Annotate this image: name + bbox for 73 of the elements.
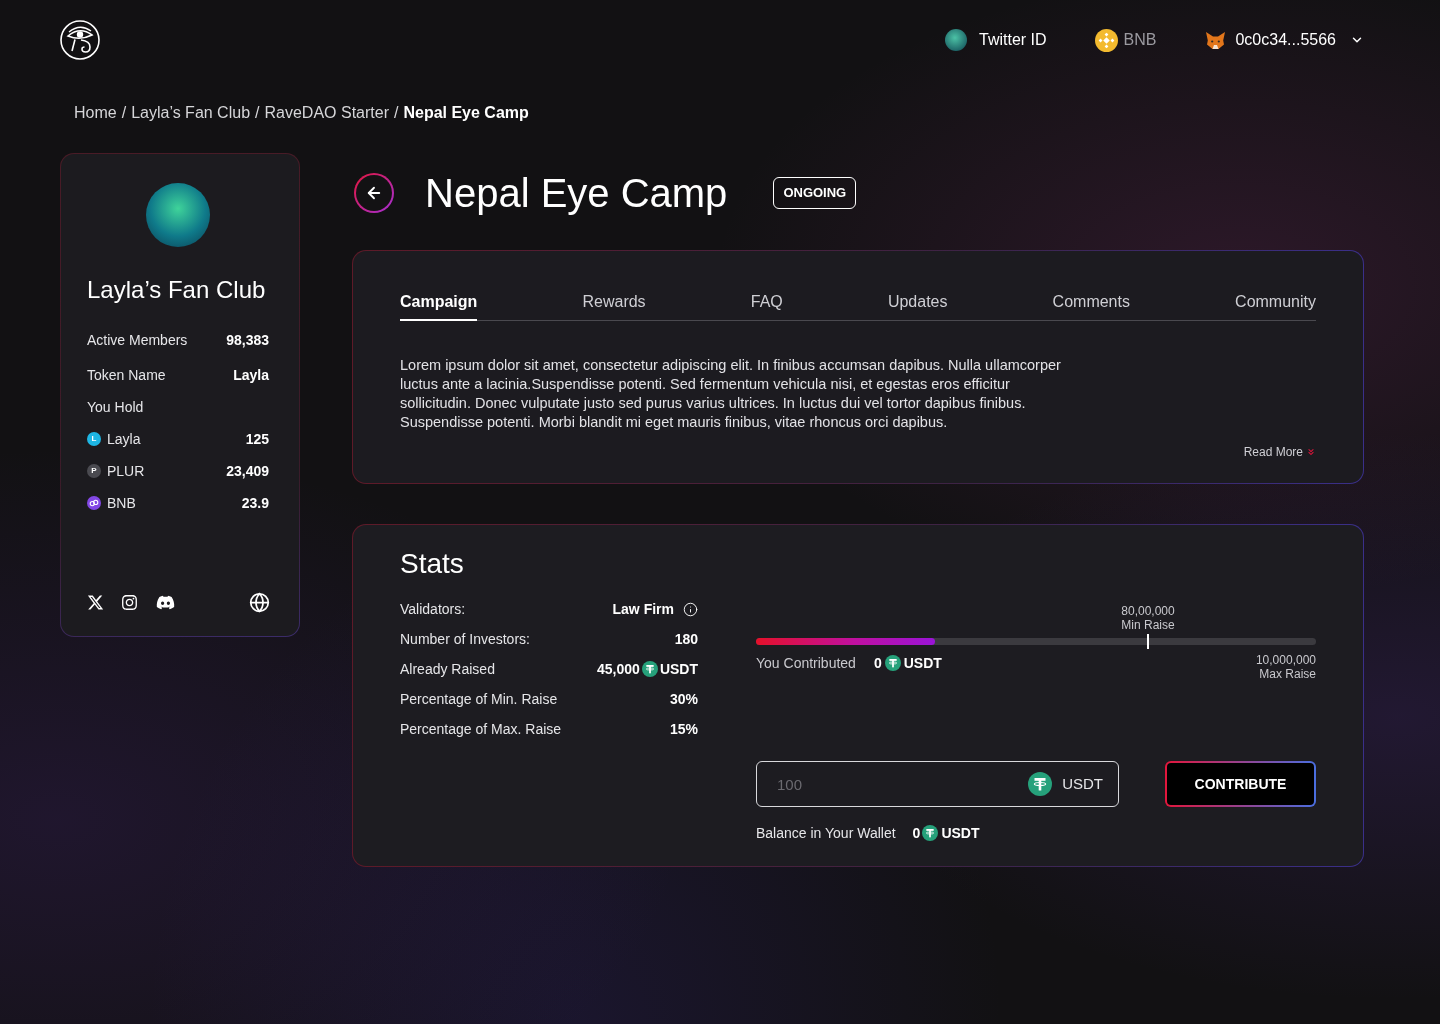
token-name: Layla	[107, 429, 141, 449]
status-badge: ONGOING	[773, 177, 857, 209]
token-amount: 23.9	[241, 493, 269, 513]
tab[interactable]: Updates	[887, 292, 948, 321]
stats-title: Stats	[400, 547, 465, 581]
discord-icon[interactable]	[156, 593, 175, 612]
contribute-button[interactable]: CONTRIBUTE	[1165, 761, 1316, 807]
breadcrumb-link[interactable]: RaveDAO Starter	[264, 101, 389, 125]
tab[interactable]: Rewards	[582, 292, 646, 321]
stat-value: 15%	[669, 719, 698, 739]
coin-icon	[922, 825, 939, 841]
currency-unit: USDT	[1062, 773, 1103, 794]
stat-label: Percentage of Min. Raise	[400, 689, 558, 709]
token-name: PLUR	[107, 461, 145, 481]
twitter-id-button[interactable]: Twitter ID	[945, 28, 1047, 52]
stat-label: Active Members	[87, 330, 188, 350]
stat-value: 180	[674, 629, 698, 649]
instagram-icon[interactable]	[121, 594, 138, 611]
stat-value: 30%	[669, 689, 698, 709]
stat-label: Already Raised	[400, 659, 495, 679]
stat-value: Layla	[233, 365, 269, 385]
coin-icon	[641, 661, 658, 677]
currency-unit: USDT	[903, 653, 942, 673]
min-raise-label: Min Raise	[1121, 618, 1175, 632]
stat-label: Token Name	[87, 365, 166, 385]
section-label: You Hold	[87, 397, 144, 417]
campaign-description: Lorem ipsum dolor sit amet, consectetur adipiscing elit. In finibus accumsan dapibus. Nulla ullamcorper luctus ante a lacinia.Suspendisse potenti. Sed fermentum vehicula nisi, et egestas eros efficitur sollicitudin. Donec vulputate justo sed purus varius ultrices. In luctus dui vel tortor dapibus finibus. Suspendisse potenti. Morbi blandit mi eget mauris finibus, vitae rhoncus orci dapibus.	[400, 356, 1062, 432]
tab[interactable]: FAQ	[750, 292, 783, 321]
stat-value: Law Firm	[612, 599, 674, 619]
currency-unit: USDT	[941, 823, 980, 843]
stat-label: Number of Investors:	[400, 629, 530, 649]
coin-icon	[1028, 772, 1053, 796]
contributed-label: You Contributed	[756, 653, 856, 673]
club-name: Layla’s Fan Club	[87, 275, 267, 305]
breadcrumb-separator: /	[121, 103, 127, 123]
chevrons-down-icon	[1306, 447, 1316, 457]
avatar	[945, 29, 967, 51]
breadcrumb-link[interactable]: Layla’s Fan Club	[131, 101, 251, 125]
back-button[interactable]	[354, 173, 394, 213]
min-raise-amount: 80,00,000	[1121, 604, 1175, 618]
eye-logo-icon[interactable]	[60, 20, 100, 60]
token-icon: L	[87, 432, 101, 446]
balance-amount: 0	[912, 823, 921, 843]
token-amount: 125	[245, 429, 269, 449]
tab[interactable]: Comments	[1052, 292, 1130, 321]
currency-unit: USDT	[659, 659, 698, 679]
breadcrumb-link[interactable]: Home	[74, 101, 117, 125]
globe-icon[interactable]	[249, 592, 270, 613]
token-amount: 23,409	[226, 461, 269, 481]
stat-label: Percentage of Max. Raise	[400, 719, 562, 739]
token-icon: P	[87, 464, 101, 478]
x-logo-icon[interactable]	[87, 594, 104, 611]
network-button[interactable]: BNB	[1094, 28, 1157, 52]
fox-icon	[1205, 30, 1227, 50]
coin-icon	[1094, 28, 1118, 52]
token-name: BNB	[107, 493, 136, 513]
stat-label: Validators:	[400, 599, 466, 619]
wallet-button[interactable]: 0c0c34...5566	[1205, 28, 1364, 52]
stat-value: 45,000	[597, 659, 640, 679]
breadcrumb-current: Nepal Eye Camp	[403, 103, 529, 123]
breadcrumb-separator: /	[255, 103, 260, 123]
max-raise-amount: 10,000,000	[1255, 653, 1316, 667]
balance-label: Balance in Your Wallet	[756, 823, 896, 843]
max-raise-label: Max Raise	[1259, 667, 1316, 681]
info-icon[interactable]	[683, 601, 698, 617]
tab[interactable]: Campaign	[400, 292, 478, 321]
contributed-amount: 0	[873, 653, 882, 673]
stat-value: 98,383	[226, 330, 269, 350]
tab[interactable]: Community	[1235, 292, 1316, 321]
breadcrumb-separator: /	[393, 103, 399, 123]
read-more-link[interactable]: Read More	[1243, 443, 1316, 461]
campaign-title: Nepal Eye Camp	[425, 170, 728, 217]
coin-icon	[884, 655, 901, 671]
